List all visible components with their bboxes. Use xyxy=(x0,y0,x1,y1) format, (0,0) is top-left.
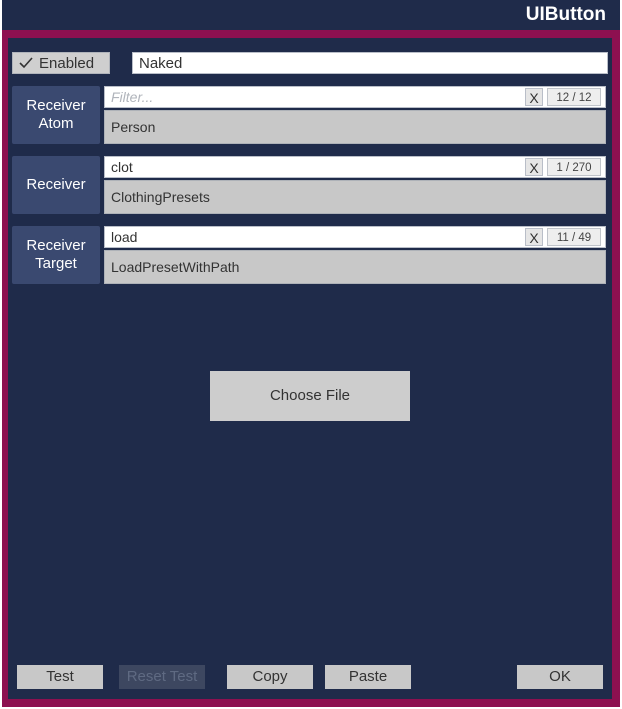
receiver-count: 1 / 270 xyxy=(547,158,601,176)
receiver-clear-icon[interactable]: X xyxy=(525,158,543,176)
window-title: UIButton xyxy=(525,4,606,25)
receiver-target-count: 11 / 49 xyxy=(547,228,601,246)
enabled-label: Enabled xyxy=(39,55,95,72)
receiver-atom-count: 12 / 12 xyxy=(547,88,601,106)
copy-button[interactable]: Copy xyxy=(227,665,313,689)
window-frame: UIButton Enabled Naked Receiver Atom Fil… xyxy=(2,0,620,707)
test-button[interactable]: Test xyxy=(17,665,103,689)
reset-test-button: Reset Test xyxy=(119,665,205,689)
receiver-selected: ClothingPresets xyxy=(111,189,210,205)
receiver-label: Receiver xyxy=(12,156,100,214)
receiver-atom-filter-input[interactable]: Filter... X 12 / 12 xyxy=(104,86,606,108)
receiver-target-filter-value: load xyxy=(111,229,138,245)
title-bar: UIButton xyxy=(2,0,620,30)
paste-button[interactable]: Paste xyxy=(325,665,411,689)
receiver-target-selected: LoadPresetWithPath xyxy=(111,259,240,275)
receiver-target-clear-icon[interactable]: X xyxy=(525,228,543,246)
receiver-filter-input[interactable]: clot X 1 / 270 xyxy=(104,156,606,178)
receiver-target-label: Receiver Target xyxy=(12,226,100,284)
ok-button[interactable]: OK xyxy=(517,665,603,689)
checkmark-icon xyxy=(18,55,34,71)
receiver-target-filter-input[interactable]: load X 11 / 49 xyxy=(104,226,606,248)
choose-file-button[interactable]: Choose File xyxy=(210,371,410,421)
main-panel: Enabled Naked Receiver Atom Filter... X … xyxy=(8,38,612,699)
receiver-atom-selected: Person xyxy=(111,119,156,135)
receiver-select[interactable]: ClothingPresets xyxy=(104,180,606,214)
receiver-atom-clear-icon[interactable]: X xyxy=(525,88,543,106)
receiver-atom-filter-placeholder: Filter... xyxy=(111,89,154,105)
name-field-value: Naked xyxy=(139,55,183,72)
name-field[interactable]: Naked xyxy=(132,52,608,74)
receiver-filter-value: clot xyxy=(111,159,133,175)
enabled-toggle[interactable]: Enabled xyxy=(12,52,110,74)
receiver-target-select[interactable]: LoadPresetWithPath xyxy=(104,250,606,284)
receiver-atom-select[interactable]: Person xyxy=(104,110,606,144)
receiver-atom-label: Receiver Atom xyxy=(12,86,100,144)
